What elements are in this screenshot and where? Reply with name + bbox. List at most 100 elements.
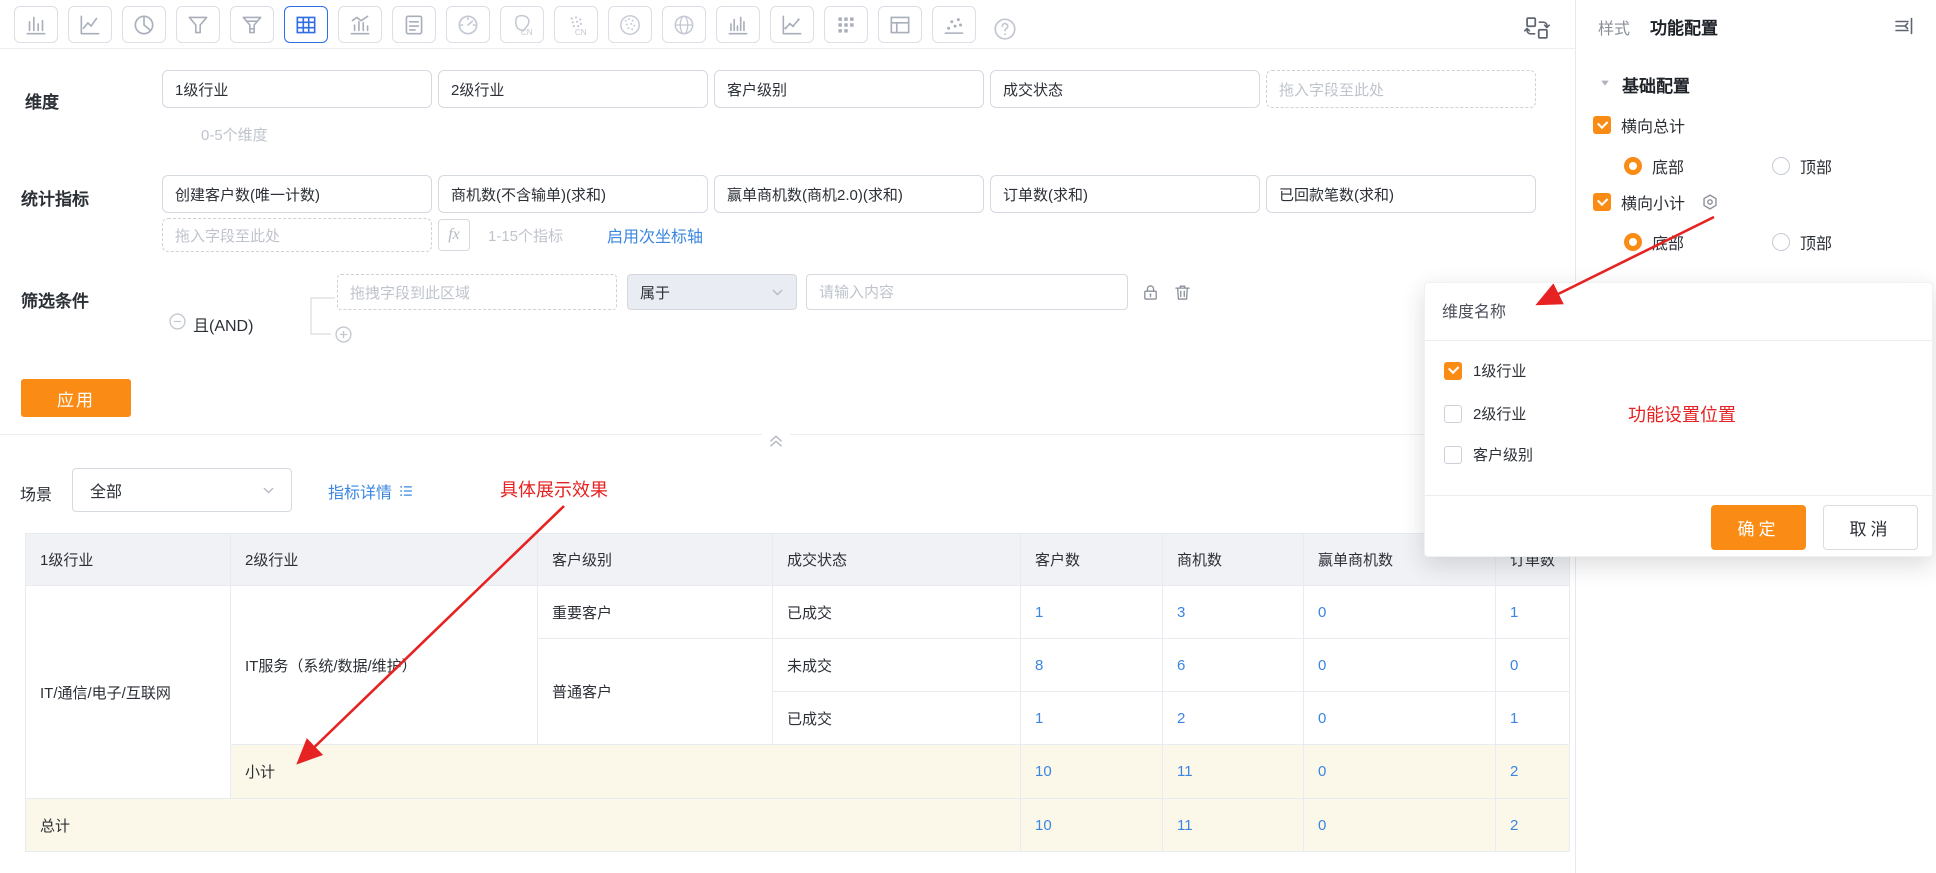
chart-type-matrix-chart-button[interactable] bbox=[824, 6, 868, 43]
dimension-drop-zone[interactable]: 拖入字段至此处 bbox=[1266, 70, 1536, 108]
metric-value-link[interactable]: 1 bbox=[1494, 585, 1571, 639]
metric-value-link[interactable]: 0 bbox=[1303, 585, 1496, 639]
chart-type-funnel-chart-button[interactable] bbox=[176, 6, 220, 43]
metric-value-link[interactable]: 2 bbox=[1494, 798, 1571, 852]
filter-value-input[interactable] bbox=[806, 274, 1128, 310]
chevron-down-icon bbox=[260, 482, 277, 499]
row-subtotal-top-label: 顶部 bbox=[1800, 236, 1833, 253]
scene-select[interactable]: 全部 bbox=[72, 468, 292, 512]
popup-option-checkbox[interactable] bbox=[1444, 404, 1462, 423]
metric-value-link[interactable]: 1 bbox=[1494, 691, 1571, 745]
remove-condition-group-button[interactable] bbox=[167, 311, 188, 332]
chart-type-scatter-chart-button[interactable] bbox=[932, 6, 976, 43]
gauge-chart-icon bbox=[455, 12, 481, 38]
chart-type-crosstab-table-button[interactable] bbox=[284, 6, 328, 43]
chart-type-histogram-chart-button[interactable] bbox=[716, 6, 760, 43]
metric-detail-link[interactable]: 指标详情 bbox=[328, 479, 415, 503]
metric-field-chip[interactable]: 商机数(不含输单)(求和) bbox=[438, 175, 708, 213]
dimension-field-chip[interactable]: 2级行业 bbox=[438, 70, 708, 108]
cancel-button[interactable]: 取消 bbox=[1823, 505, 1918, 550]
section-basic-config[interactable]: 基础配置 bbox=[1622, 72, 1690, 97]
chart-type-china-map-button[interactable] bbox=[500, 6, 544, 43]
column-header: 2级行业 bbox=[230, 533, 538, 586]
scene-label: 场景 bbox=[20, 487, 53, 504]
metric-field-chip[interactable]: 创建客户数(唯一计数) bbox=[162, 175, 432, 213]
apply-button[interactable]: 应用 bbox=[21, 379, 131, 417]
confirm-button[interactable]: 确定 bbox=[1711, 505, 1806, 550]
chart-type-report-doc-button[interactable] bbox=[392, 6, 436, 43]
row-subtotal-bottom-radio[interactable] bbox=[1624, 233, 1642, 251]
metric-field-chip[interactable]: 订单数(求和) bbox=[990, 175, 1260, 213]
chart-type-layout-table-button[interactable] bbox=[878, 6, 922, 43]
chart-type-pie-chart-button[interactable] bbox=[122, 6, 166, 43]
chart-type-china-map-dots-button[interactable] bbox=[554, 6, 598, 43]
metric-value-link[interactable]: 11 bbox=[1162, 798, 1304, 852]
secondary-axis-link[interactable]: 启用次坐标轴 bbox=[607, 223, 703, 247]
metric-value-link[interactable]: 0 bbox=[1494, 638, 1571, 692]
metric-value-link[interactable]: 3 bbox=[1162, 585, 1304, 639]
metric-value-link[interactable]: 0 bbox=[1303, 744, 1496, 799]
total-row: 总计 10 11 0 2 bbox=[25, 798, 1571, 852]
add-condition-button[interactable] bbox=[333, 324, 354, 345]
filter-and-label: 且(AND) bbox=[193, 318, 254, 335]
gear-icon bbox=[1699, 191, 1721, 213]
row-total-bottom-radio[interactable] bbox=[1624, 157, 1642, 175]
help-button[interactable] bbox=[992, 16, 1018, 42]
dimension-field-chip[interactable]: 1级行业 bbox=[162, 70, 432, 108]
chart-type-globe-chart-button[interactable] bbox=[662, 6, 706, 43]
collapse-panel-button[interactable] bbox=[1892, 14, 1916, 38]
popup-option-checkbox[interactable] bbox=[1444, 361, 1462, 380]
metric-value-link[interactable]: 0 bbox=[1303, 638, 1496, 692]
tab-style[interactable]: 样式 bbox=[1598, 15, 1630, 39]
chart-type-gauge-chart-button[interactable] bbox=[446, 6, 490, 43]
metric-value-link[interactable]: 2 bbox=[1494, 744, 1571, 799]
metric-value-link[interactable]: 8 bbox=[1020, 638, 1163, 692]
chart-type-world-map-dots-button[interactable] bbox=[608, 6, 652, 43]
chart-type-area-line-chart-button[interactable] bbox=[770, 6, 814, 43]
filter-operator-select[interactable]: 属于 bbox=[627, 274, 797, 310]
chart-type-line-chart-button[interactable] bbox=[68, 6, 112, 43]
metric-value-link[interactable]: 10 bbox=[1020, 798, 1163, 852]
row-subtotal-checkbox[interactable] bbox=[1593, 193, 1611, 211]
metrics-label: 统计指标 bbox=[21, 190, 89, 209]
popup-option-checkbox[interactable] bbox=[1444, 445, 1462, 464]
tab-function-config[interactable]: 功能配置 bbox=[1650, 14, 1718, 39]
chart-type-combo-chart-button[interactable] bbox=[338, 6, 382, 43]
row-subtotal-settings-button[interactable] bbox=[1699, 191, 1721, 213]
metric-value-link[interactable]: 0 bbox=[1303, 798, 1496, 852]
collapse-config-button[interactable] bbox=[762, 430, 790, 450]
metric-field-chip[interactable]: 已回款笔数(求和) bbox=[1266, 175, 1536, 213]
delete-condition-button[interactable] bbox=[1172, 282, 1193, 303]
dimension-field-chip[interactable]: 成交状态 bbox=[990, 70, 1260, 108]
row-total-checkbox[interactable] bbox=[1593, 116, 1611, 134]
metric-value-link[interactable]: 6 bbox=[1162, 638, 1304, 692]
chart-type-funnel-striped-chart-button[interactable] bbox=[230, 6, 274, 43]
metric-field-chip[interactable]: 赢单商机数(商机2.0)(求和) bbox=[714, 175, 984, 213]
row-subtotal-top-radio[interactable] bbox=[1772, 233, 1790, 251]
swap-icon bbox=[1523, 14, 1551, 42]
subtotal-label-cell: 小计 bbox=[230, 744, 1021, 799]
section-caret-down-icon[interactable] bbox=[1598, 76, 1612, 90]
layout-table-icon bbox=[887, 12, 913, 38]
dimension-field-chip[interactable]: 客户级别 bbox=[714, 70, 984, 108]
formula-fx-button[interactable]: fx bbox=[438, 219, 470, 251]
metric-value-link[interactable]: 0 bbox=[1303, 691, 1496, 745]
lock-condition-button[interactable] bbox=[1140, 282, 1161, 303]
annotation-popup-note: 功能设置位置 bbox=[1628, 405, 1736, 425]
filter-field-drop-zone[interactable]: 拖拽字段到此区域 bbox=[337, 274, 617, 310]
swap-dimensions-button[interactable] bbox=[1523, 14, 1551, 42]
chart-type-bar-chart-button[interactable] bbox=[14, 6, 58, 43]
row-total-top-radio[interactable] bbox=[1772, 157, 1790, 175]
deal-status-cell: 未成交 bbox=[772, 638, 1021, 692]
metric-value-link[interactable]: 10 bbox=[1020, 744, 1163, 799]
trash-icon bbox=[1172, 282, 1193, 303]
metric-value-link[interactable]: 2 bbox=[1162, 691, 1304, 745]
histogram-chart-icon bbox=[725, 12, 751, 38]
metric-value-link[interactable]: 11 bbox=[1162, 744, 1304, 799]
metric-drop-zone[interactable]: 拖入字段至此处 bbox=[162, 218, 432, 252]
scatter-chart-icon bbox=[941, 12, 967, 38]
total-label-cell: 总计 bbox=[25, 798, 1021, 852]
metric-value-link[interactable]: 1 bbox=[1020, 585, 1163, 639]
popup-option-label: 2级行业 bbox=[1473, 406, 1527, 423]
metric-value-link[interactable]: 1 bbox=[1020, 691, 1163, 745]
